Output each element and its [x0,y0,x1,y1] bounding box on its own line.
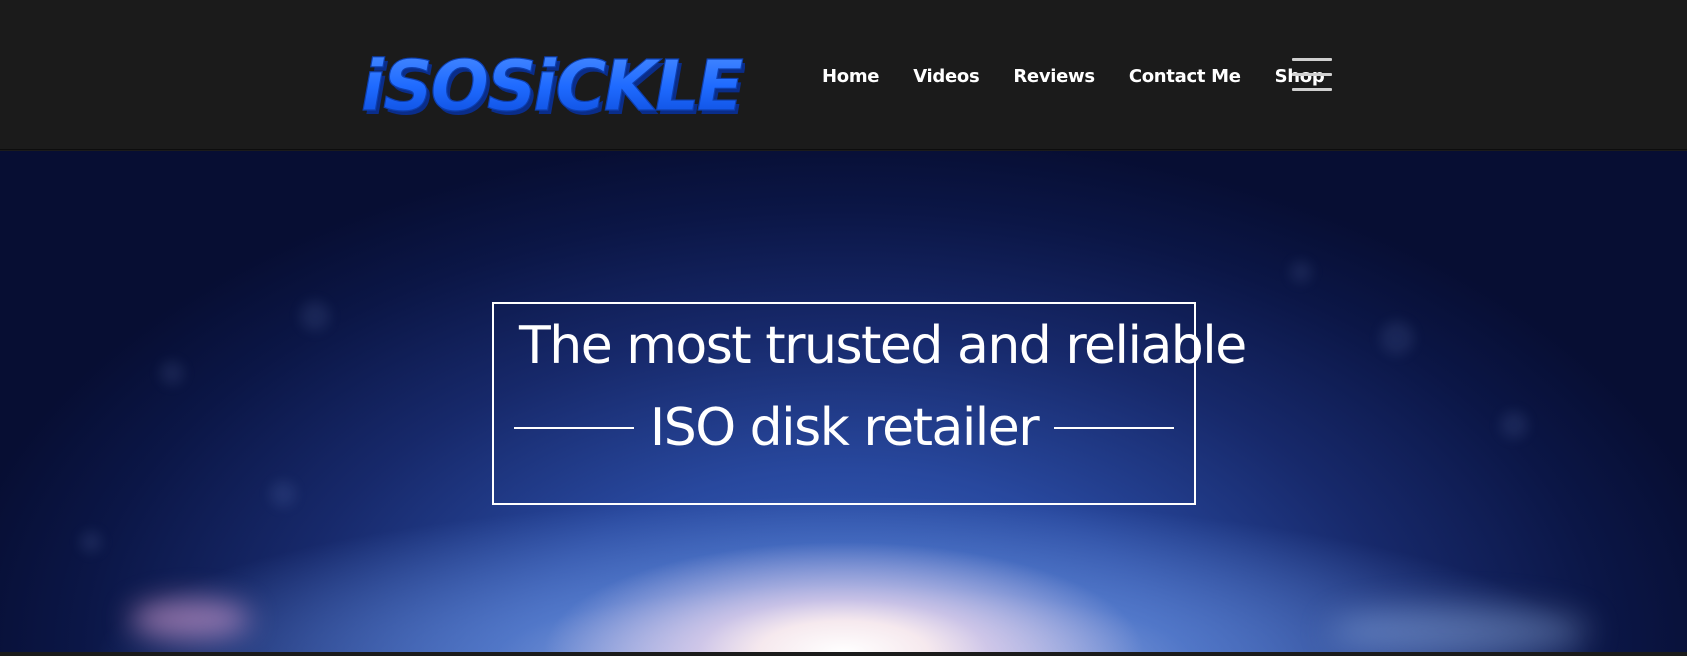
nav-contact-me[interactable]: Contact Me [1129,66,1241,87]
tagline-line-2-text: ISO disk retailer [649,398,1040,458]
light-flare [1330,606,1590,652]
main-nav: Home Videos Reviews Contact Me Shop [822,63,1325,89]
light-flare [130,599,250,639]
hamburger-menu-icon[interactable] [1292,58,1332,92]
nav-reviews[interactable]: Reviews [1013,66,1095,87]
svg-text:iSOSiCKLE: iSOSiCKLE [354,45,745,116]
tagline-frame: The most trusted and reliable ISO disk r… [492,302,1247,505]
divider-right [1054,427,1175,429]
hero-banner: The most trusted and reliable ISO disk r… [0,151,1687,652]
tagline-line-2: ISO disk retailer [494,398,1194,458]
site-header: iSOSiCKLE iSOSiCKLE Home Videos Reviews … [0,0,1687,150]
tagline-line-1: The most trusted and reliable [519,316,1247,376]
hero-bottom-edge [0,652,1687,656]
divider-left [513,427,634,429]
nav-videos[interactable]: Videos [913,66,979,87]
isosickle-logo[interactable]: iSOSiCKLE iSOSiCKLE [349,32,745,116]
nav-home[interactable]: Home [822,66,880,87]
